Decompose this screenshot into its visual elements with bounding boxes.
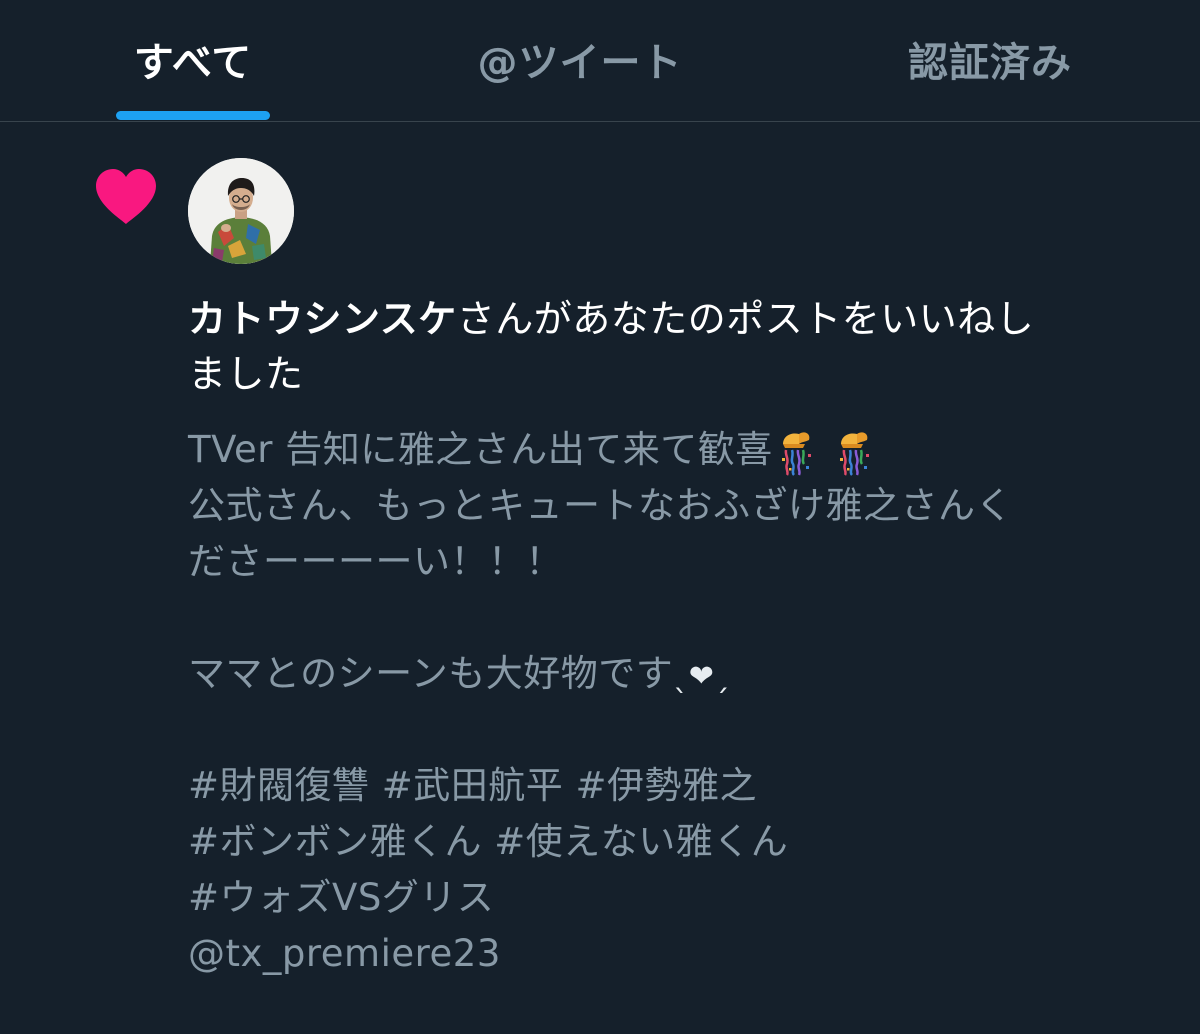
liked-tweet-text[interactable]: TVer 告知に雅之さん出て来て歓喜 公式さん、もっとキュートなおふざけ雅之さん… (188, 422, 1178, 982)
action-text-continued: ました (188, 352, 304, 396)
liking-user-name[interactable]: カトウシンスケ (188, 297, 457, 341)
avatar[interactable] (188, 158, 294, 264)
tweet-hashtags: #ボンボン雅くん #使えない雅くん (188, 820, 789, 863)
heart-emoji: ˎ❤ˏ (673, 659, 730, 694)
action-text: さんがあなたのポストをいいねし (456, 297, 1035, 341)
tweet-line-text: ママとのシーンも大好物です (188, 652, 674, 695)
tab-verified[interactable]: 認証済み (870, 0, 1110, 121)
active-tab-indicator (116, 111, 270, 120)
notification-headline: カトウシンスケさんがあなたのポストをいいねし ました (188, 292, 1148, 402)
tweet-mention: @tx_premiere23 (188, 932, 501, 975)
heart-icon (96, 169, 156, 224)
tab-mentions-label: @ツイート (477, 40, 683, 86)
tweet-hashtags: #財閥復讐 #武田航平 #伊勢雅之 (188, 764, 758, 807)
tweet-line: ださーーーーい！！！ (188, 540, 563, 583)
confetti-ball-emoji (839, 431, 869, 476)
tab-all-label: すべて (133, 40, 253, 86)
tab-all[interactable]: すべて (90, 0, 296, 121)
tweet-hashtags: #ウォズVSグリス (188, 876, 495, 919)
tab-verified-label: 認証済み (908, 40, 1072, 86)
notification-tabs: すべて @ツイート 認証済み (0, 0, 1200, 122)
tweet-line: TVer 告知に雅之さん出て来て歓喜 (188, 422, 1178, 478)
notifications-page: すべて @ツイート 認証済み カトウシンスケさんがあなたのポストをいいねし まし… (0, 0, 1200, 1034)
tweet-line-text: TVer 告知に雅之さん出て来て歓喜 (188, 428, 773, 471)
avatar-photo (188, 158, 294, 264)
confetti-ball-emoji (781, 431, 811, 476)
tweet-line: 公式さん、もっとキュートなおふざけ雅之さんく (188, 484, 1013, 527)
tweet-line: ママとのシーンも大好物ですˎ❤ˏ (188, 646, 1178, 702)
tab-mentions[interactable]: @ツイート (440, 0, 720, 121)
